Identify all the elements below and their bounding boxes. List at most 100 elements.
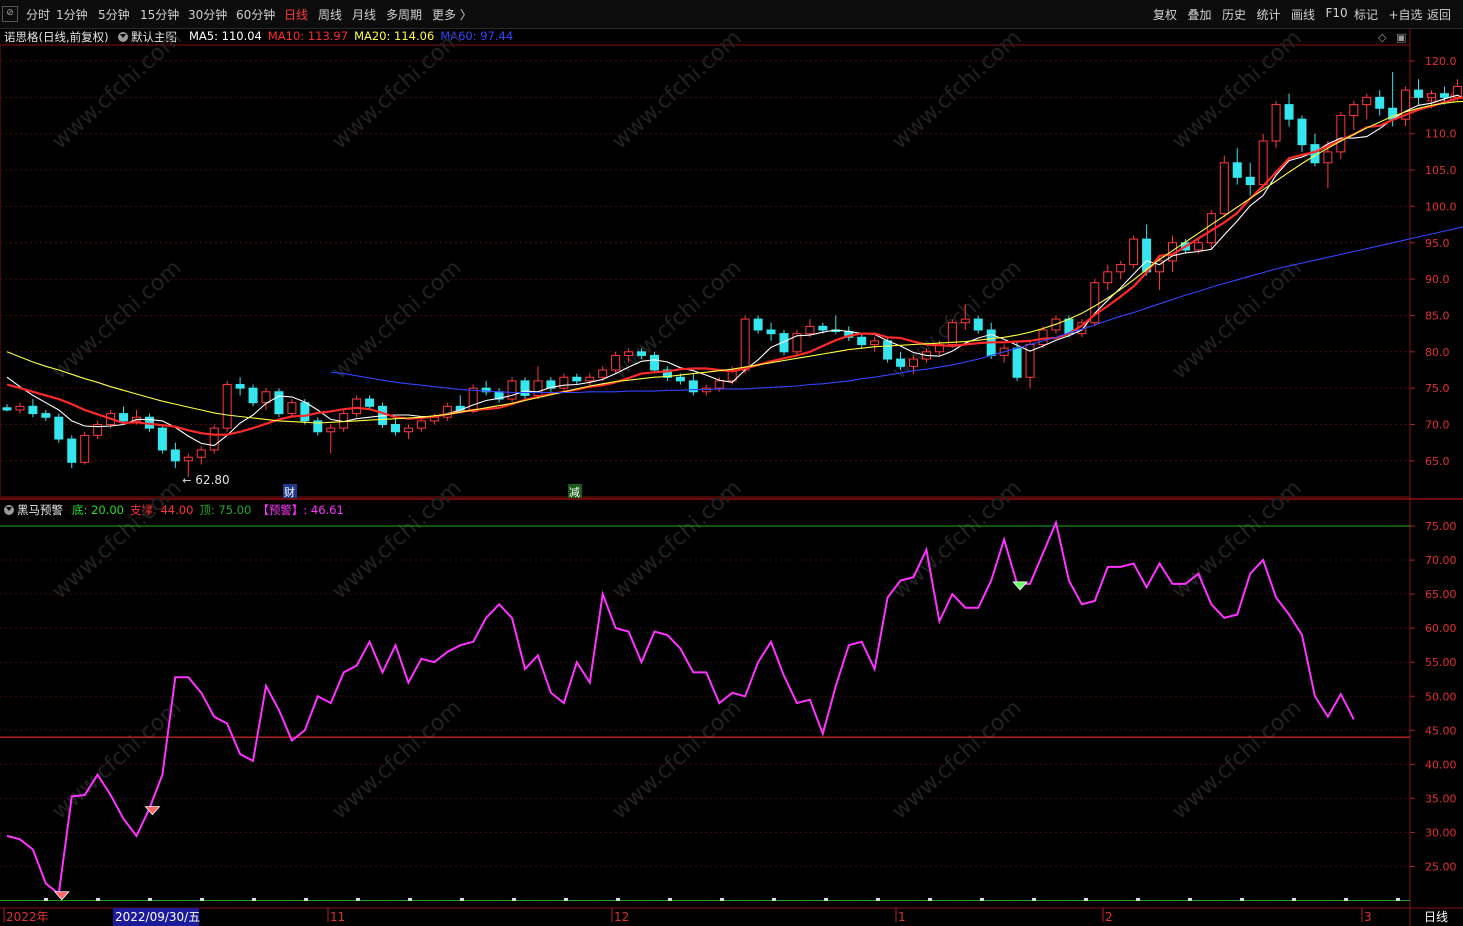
sub-y-tick-label: 60.00 [1425,622,1457,635]
sub-y-tick-label: 30.00 [1425,826,1457,839]
candle-body [1012,347,1022,378]
candle-body [15,405,25,411]
floor-marker-dot [668,898,672,901]
floor-marker-dot [1396,898,1400,901]
sub-y-tick-label: 70.00 [1425,554,1457,567]
candle-body [1245,176,1255,186]
candle-body [520,380,530,396]
floor-marker-dot [616,898,620,901]
floor-marker-dot [200,898,204,901]
candle-body [1323,151,1333,164]
main-y-tick-label: 70.0 [1425,419,1450,432]
watermark: www.cfchi.com [1167,696,1306,825]
floor-marker-dot [720,898,724,901]
main-y-tick-label: 120.0 [1425,55,1457,68]
candle-body [740,318,750,371]
sub-y-tick-label: 65.00 [1425,588,1457,601]
watermark: www.cfchi.com [1167,476,1306,605]
main-y-tick-label: 95.0 [1425,237,1450,250]
x-axis-label: 12 [614,910,629,924]
candle-body [287,402,297,415]
main-y-tick-label: 80.0 [1425,346,1450,359]
candle-body [714,380,724,389]
candle-body [973,318,983,331]
main-y-tick-label: 100.0 [1425,200,1457,213]
candle-body [326,427,336,433]
floor-marker-dot [304,898,308,901]
candle-body [533,380,543,396]
candle-body [1193,242,1203,251]
candle-body [391,424,400,433]
candle-body [248,387,258,404]
candle-body [41,413,51,418]
chart-canvas[interactable]: 120.0115.0110.0105.0100.095.090.085.080.… [0,0,1463,926]
candle-body [1427,93,1436,98]
floor-marker-dot [928,898,932,901]
candle-body [352,398,362,415]
candle-body [1375,96,1385,109]
candle-body [80,434,90,463]
candle-body [883,340,893,360]
candle-body [67,438,77,463]
candle-body [1336,115,1346,153]
candle-body [870,340,880,346]
watermark: www.cfchi.com [607,256,746,385]
main-y-tick-label: 105.0 [1425,164,1457,177]
candle-body [2,407,12,411]
watermark: www.cfchi.com [607,476,746,605]
signal-gem-icon [53,891,70,901]
candle-body [637,351,647,356]
candle-body [857,336,867,346]
floor-marker-dot [408,898,412,901]
low-price-label: 62.80 [195,473,229,487]
candle-body [209,427,219,451]
floor-marker-dot [148,898,152,901]
candle-body [403,427,413,433]
candle-body [170,449,180,462]
candle-body [1129,238,1139,266]
sub-y-tick-label: 40.00 [1425,758,1457,771]
event-marker-reduce: 减 [569,486,580,499]
candle-body [365,398,375,407]
floor-marker-dot [460,898,464,901]
candle-body [909,358,918,367]
candle-body [896,358,906,367]
x-axis-label: 1 [898,910,906,924]
watermark: www.cfchi.com [887,476,1026,605]
candle-body [468,387,478,412]
candle-body [1232,162,1242,178]
watermark: www.cfchi.com [1167,256,1306,385]
candle-body [1271,104,1281,142]
sub-y-tick-label: 45.00 [1425,724,1457,737]
floor-marker-dot [824,898,828,901]
main-y-tick-label: 75.0 [1425,382,1450,395]
signal-gem-icon [1012,581,1028,591]
candle-body [818,325,828,331]
floor-marker-dot [356,898,360,901]
watermark: www.cfchi.com [47,476,186,605]
event-marker-finance: 财 [284,485,295,499]
floor-marker-dot [1344,898,1348,901]
floor-marker-dot [1292,898,1296,901]
candle-body [947,322,957,346]
floor-marker-dot [44,898,48,901]
watermark: www.cfchi.com [327,476,466,605]
candle-body [119,413,129,422]
candle-body [805,325,815,335]
candle-body [766,329,776,335]
candle-body [1297,118,1307,146]
candle-body [1116,264,1126,273]
candle-body [261,391,271,404]
main-y-tick-label: 85.0 [1425,309,1450,322]
floor-marker-dot [1136,898,1140,901]
candle-body [1258,140,1268,186]
main-y-tick-label: 65.0 [1425,455,1450,468]
x-axis-label: 2022年 [6,910,49,924]
candle-body [1414,89,1424,98]
candle-body [183,456,193,462]
candle-body [1103,271,1113,284]
main-y-tick-label: 90.0 [1425,273,1450,286]
candle-body [300,402,310,422]
candle-body [624,351,634,356]
watermark: www.cfchi.com [887,696,1026,825]
